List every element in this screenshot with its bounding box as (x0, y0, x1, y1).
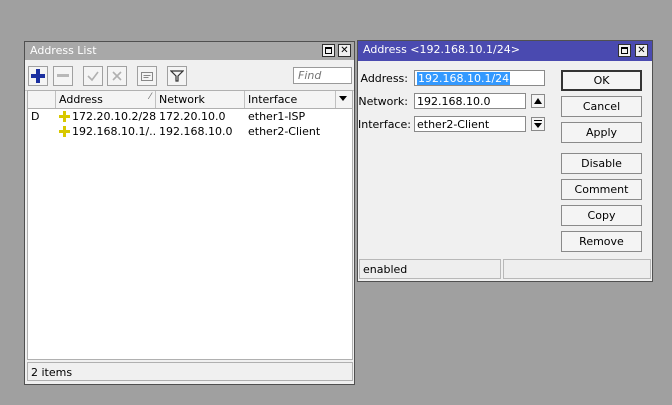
network-column-header[interactable]: Network (156, 91, 245, 108)
dropdown-arrow-icon (339, 96, 347, 101)
remove-button[interactable]: Remove (561, 231, 642, 252)
filter-button[interactable] (167, 66, 187, 86)
row-address-cell: 192.168.10.1/... (56, 124, 156, 139)
disable-button[interactable]: Disable (561, 153, 642, 174)
address-list-window: Address List ✕ Address ⁄ (24, 41, 355, 385)
network-toggle-button[interactable] (531, 94, 545, 108)
address-window: Address <192.168.10.1/24> ✕ Address: 192… (357, 40, 653, 282)
address-table: Address ⁄ Network Interface D 172.20.10.… (27, 90, 353, 360)
interface-dropdown-button[interactable] (531, 117, 545, 131)
add-button[interactable] (28, 66, 48, 86)
address-list-title: Address List (30, 44, 97, 57)
remove-button[interactable] (53, 66, 73, 86)
address-field[interactable]: 192.168.10.1/24 (414, 70, 545, 86)
row-flag (28, 124, 56, 139)
ok-button[interactable]: OK (561, 70, 642, 91)
check-icon (87, 71, 99, 82)
address-window-title: Address <192.168.10.1/24> (363, 43, 520, 56)
comment-button[interactable] (137, 66, 157, 86)
apply-button[interactable]: Apply (561, 122, 642, 143)
row-address: 172.20.10.2/28 (72, 110, 156, 123)
maximize-button[interactable] (618, 44, 631, 57)
item-count: 2 items (31, 366, 73, 379)
column-menu-button[interactable] (336, 91, 352, 108)
maximize-button[interactable] (322, 44, 335, 57)
address-window-status-extra (503, 259, 651, 279)
filter-icon (170, 70, 184, 82)
close-icon: ✕ (340, 44, 349, 56)
address-list-titlebar[interactable]: Address List ✕ (25, 42, 354, 60)
disable-button[interactable] (107, 66, 127, 86)
maximize-icon (621, 47, 628, 54)
address-column-label: Address (59, 93, 103, 106)
address-column-header[interactable]: Address ⁄ (56, 91, 156, 108)
up-arrow-icon (534, 98, 542, 104)
table-row[interactable]: 192.168.10.1/... 192.168.10.0 ether2-Cli… (28, 124, 352, 139)
address-plus-icon (59, 111, 70, 122)
plus-icon (31, 69, 45, 83)
row-interface: ether1-ISP (248, 110, 306, 123)
network-value: 192.168.10.0 (417, 95, 491, 108)
comment-button[interactable]: Comment (561, 179, 642, 200)
address-window-status: enabled (359, 259, 501, 279)
row-interface: ether2-Client (248, 125, 321, 138)
interface-label: Interface: (358, 118, 411, 131)
table-row[interactable]: D 172.20.10.2/28 172.20.10.0 ether1-ISP (28, 109, 352, 124)
address-value: 192.168.10.1/24 (417, 72, 511, 85)
network-column-label: Network (159, 93, 205, 106)
comment-icon (141, 72, 153, 81)
close-button[interactable]: ✕ (635, 44, 648, 57)
address-label: Address: (360, 72, 408, 85)
row-network: 192.168.10.0 (159, 125, 233, 138)
address-window-titlebar[interactable]: Address <192.168.10.1/24> ✕ (358, 41, 652, 61)
network-field[interactable]: 192.168.10.0 (414, 93, 526, 109)
status-text: enabled (363, 263, 408, 276)
row-address-cell: 172.20.10.2/28 (56, 109, 156, 124)
network-label: Network: (358, 95, 408, 108)
address-plus-icon (59, 126, 70, 137)
sort-arrow-icon: ⁄ (149, 92, 151, 102)
table-header: Address ⁄ Network Interface (28, 91, 352, 109)
chevron-down-icon (534, 119, 542, 128)
close-button[interactable]: ✕ (338, 44, 351, 57)
interface-column-header[interactable]: Interface (245, 91, 336, 108)
row-address: 192.168.10.1/... (72, 125, 156, 138)
interface-value: ether2-Client (417, 118, 490, 131)
minus-icon (57, 74, 69, 77)
copy-button[interactable]: Copy (561, 205, 642, 226)
enable-button[interactable] (83, 66, 103, 86)
interface-select[interactable]: ether2-Client (414, 116, 526, 132)
row-network: 172.20.10.0 (159, 110, 226, 123)
find-input[interactable] (293, 67, 352, 84)
close-icon: ✕ (637, 44, 646, 56)
maximize-icon (325, 47, 332, 54)
row-flag: D (31, 110, 40, 123)
interface-column-label: Interface (248, 93, 298, 106)
cross-icon (112, 71, 122, 81)
flag-column-header[interactable] (28, 91, 56, 108)
cancel-button[interactable]: Cancel (561, 96, 642, 117)
address-list-status: 2 items (27, 362, 353, 381)
